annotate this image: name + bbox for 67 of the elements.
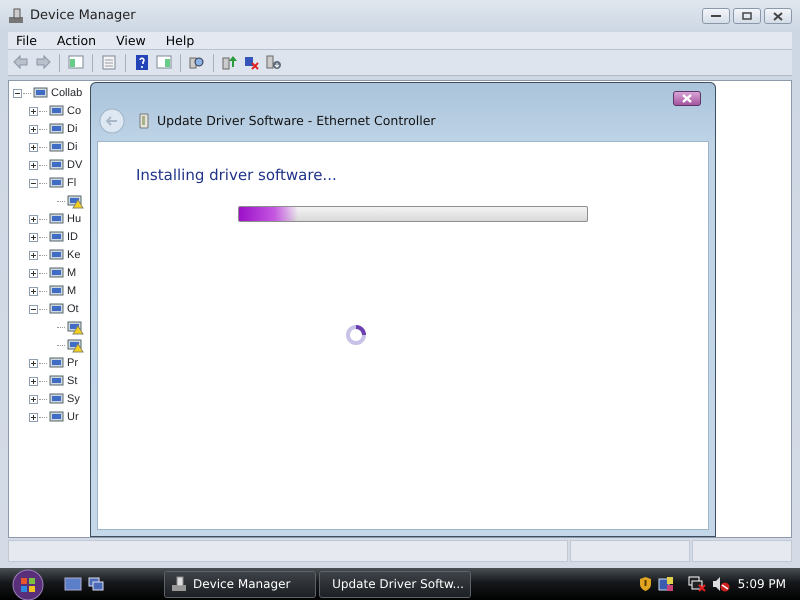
expand-toggle[interactable] — [29, 232, 38, 242]
restore-button[interactable] — [733, 8, 761, 24]
clock: 5:09 PM — [738, 576, 786, 593]
uninstall-icon[interactable] — [243, 54, 261, 71]
dialog-title: Update Driver Software - Ethernet Controller — [157, 112, 436, 130]
minimize-icon — [710, 14, 722, 18]
tree-item[interactable]: ID — [67, 228, 78, 246]
tree-item[interactable]: Sy — [67, 390, 80, 408]
tree-item[interactable]: Pr — [67, 354, 78, 372]
tree-item[interactable]: DV — [67, 156, 82, 174]
expand-toggle[interactable] — [29, 268, 38, 278]
close-button[interactable] — [673, 91, 701, 106]
menu-item[interactable]: File — [8, 32, 45, 49]
expand-toggle[interactable] — [29, 214, 38, 224]
expand-toggle[interactable] — [29, 286, 38, 296]
close-icon — [681, 94, 693, 103]
minimize-button[interactable] — [702, 8, 730, 24]
expand-toggle[interactable] — [29, 394, 38, 404]
update-icon[interactable] — [221, 54, 239, 71]
collapse-toggle[interactable] — [29, 304, 38, 314]
expand-toggle[interactable] — [29, 250, 38, 260]
menu-item[interactable]: Action — [48, 32, 104, 49]
expand-toggle[interactable] — [29, 412, 38, 422]
volume-muted-icon — [712, 576, 730, 592]
disable-icon[interactable] — [265, 54, 283, 71]
tree-item[interactable]: M — [67, 282, 76, 300]
tree-item[interactable]: Di — [67, 138, 78, 156]
expand-toggle[interactable] — [29, 124, 38, 134]
menu-item[interactable]: Help — [158, 32, 202, 49]
tree-item[interactable]: Ot — [67, 300, 79, 318]
expand-toggle[interactable] — [29, 142, 38, 152]
tree-item[interactable]: Di — [67, 120, 78, 138]
computer-name[interactable]: Collab — [51, 84, 82, 102]
busy-spinner-icon — [345, 324, 367, 346]
menu-item[interactable]: View — [108, 32, 154, 49]
close-button[interactable] — [764, 8, 792, 24]
tree-item[interactable]: Co — [67, 102, 82, 120]
pane-icon[interactable] — [155, 54, 173, 71]
expand-toggle[interactable] — [29, 106, 38, 116]
device-manager-icon — [171, 576, 187, 592]
taskbar-button[interactable]: Device Manager — [164, 570, 316, 598]
expand-toggle[interactable] — [29, 376, 38, 386]
expand-toggle[interactable] — [29, 160, 38, 170]
expand-toggle[interactable] — [29, 358, 38, 368]
tree-item[interactable]: Ke — [67, 246, 80, 264]
status-heading: Installing driver software... — [136, 165, 338, 186]
tree-item[interactable]: St — [67, 372, 78, 390]
taskbar-button[interactable]: Update Driver Softw... — [319, 570, 471, 598]
tree-item[interactable]: Hu — [67, 210, 82, 228]
help-icon[interactable] — [133, 54, 151, 71]
device-manager-icon — [8, 8, 24, 24]
device-icon — [139, 113, 149, 129]
restore-icon — [742, 12, 752, 20]
properties-icon[interactable] — [100, 54, 118, 71]
close-icon — [773, 12, 783, 20]
collapse-toggle[interactable] — [29, 178, 38, 188]
switch-windows-icon[interactable] — [88, 577, 104, 591]
pane-icon[interactable] — [67, 54, 85, 71]
window-title: Device Manager — [30, 7, 136, 26]
network-disconnected-icon — [688, 576, 706, 592]
tree-item[interactable]: Ur — [67, 408, 79, 426]
show-desktop-icon[interactable] — [64, 577, 82, 591]
tree-item[interactable]: Fl — [67, 174, 76, 192]
network-icon — [658, 576, 674, 592]
collapse-toggle[interactable] — [13, 88, 22, 98]
tree-item[interactable]: M — [67, 264, 76, 282]
shield-icon — [638, 576, 652, 592]
